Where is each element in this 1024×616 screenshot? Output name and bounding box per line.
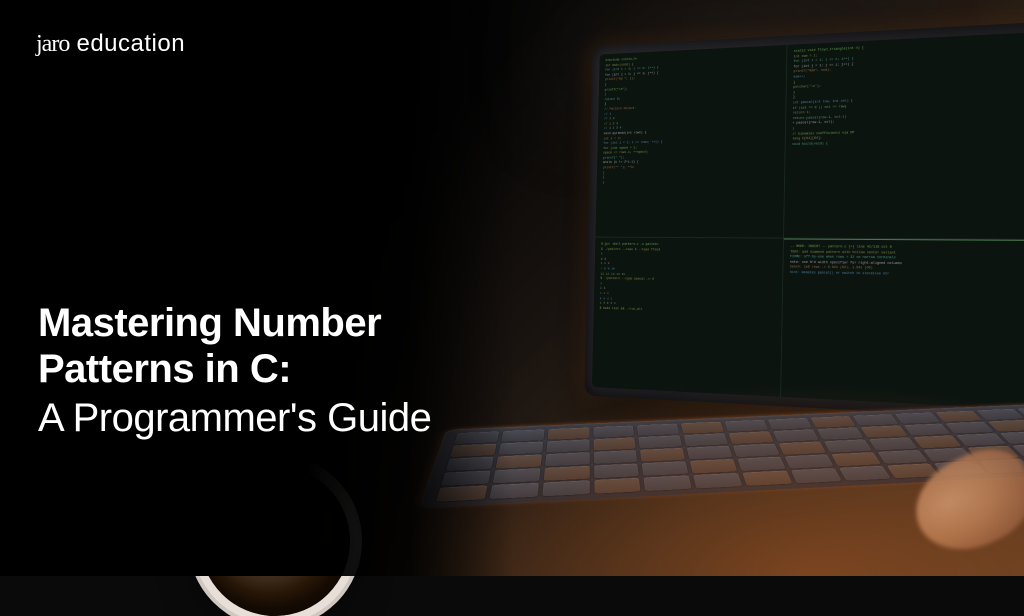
title-line-2: Patterns in C:	[38, 346, 431, 392]
logo-brand-mark: jaro	[36, 31, 69, 57]
hero-scene: #include <stdio.h>int main(void) { for (…	[0, 0, 1024, 576]
dark-gradient-overlay	[0, 0, 512, 576]
brand-logo: jaro education	[36, 30, 185, 58]
hero-heading: Mastering Number Patterns in C: A Progra…	[38, 300, 431, 442]
terminal-pane-top-left: #include <stdio.h>int main(void) { for (…	[595, 45, 786, 238]
code-line: }	[602, 179, 777, 186]
logo-suffix: education	[76, 30, 185, 57]
terminal-pane-top-right: static void floyd_triangle(int n) { int …	[784, 32, 1024, 239]
title-line-1: Mastering Number	[38, 300, 431, 346]
subtitle: A Programmer's Guide	[38, 394, 431, 442]
